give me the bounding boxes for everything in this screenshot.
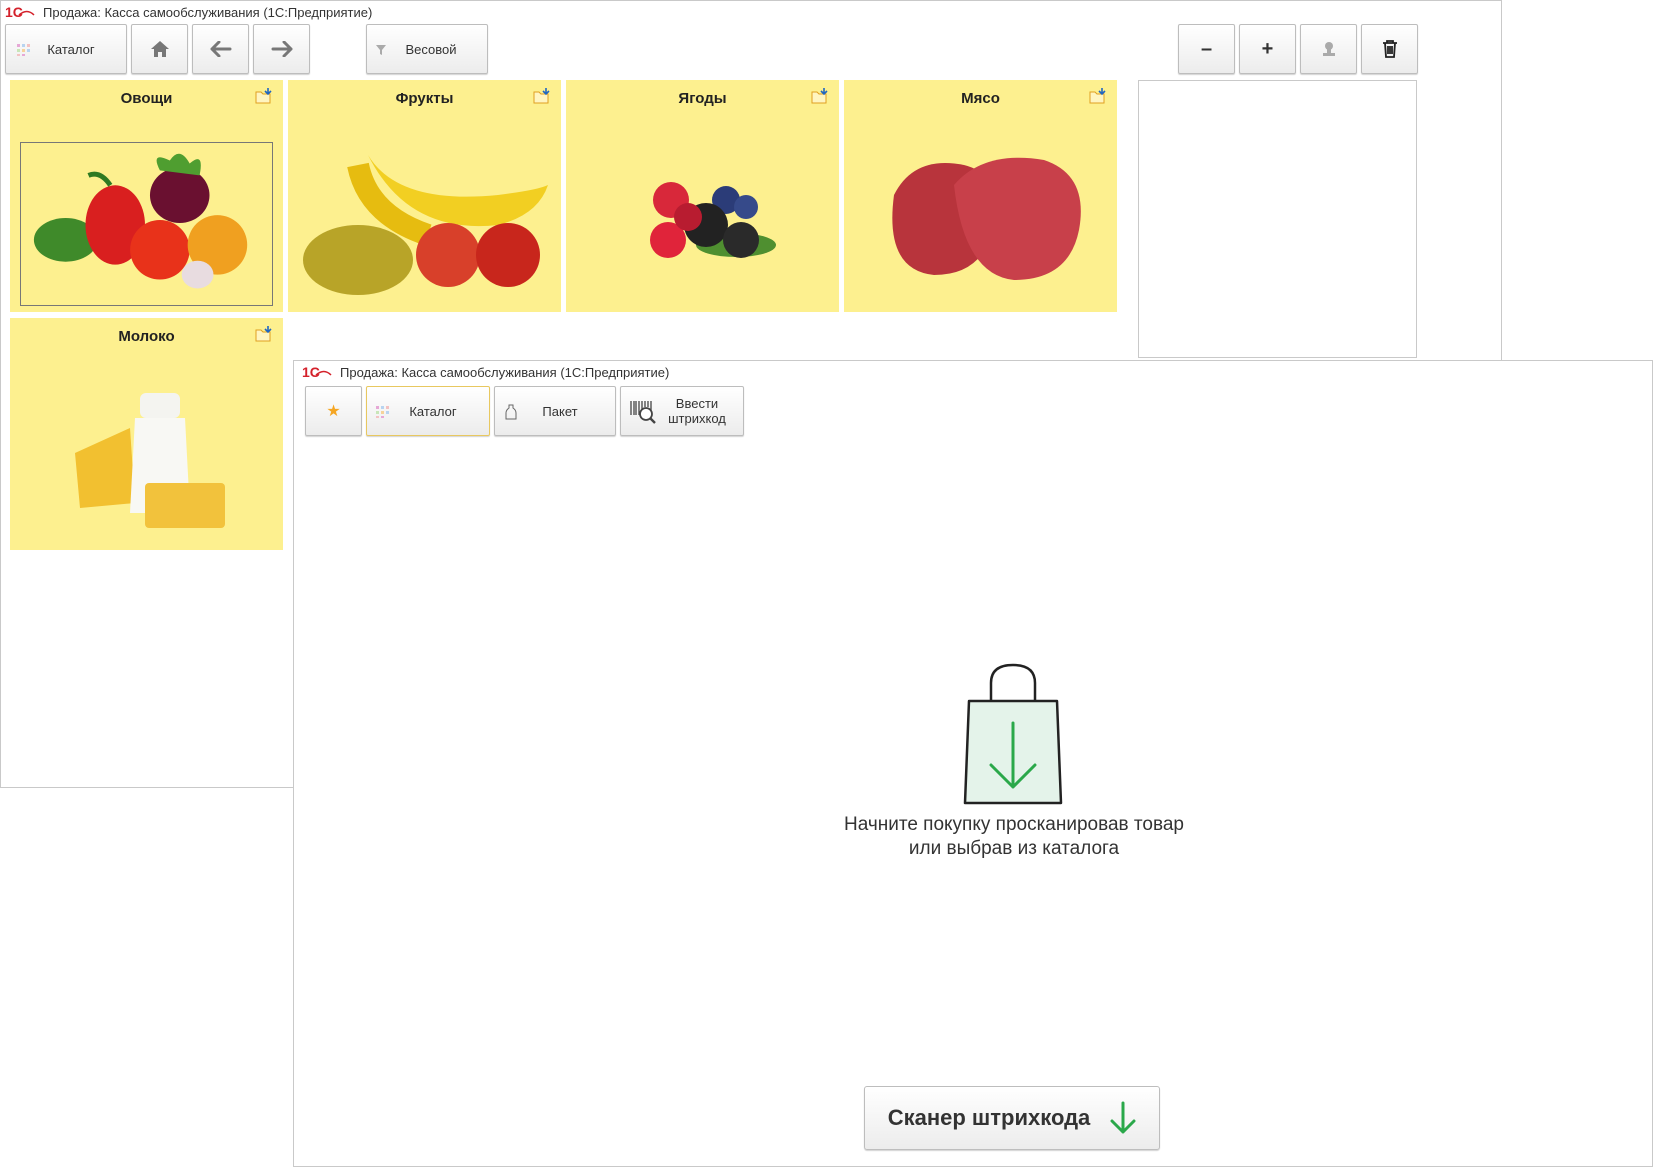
category-name: Овощи (120, 90, 173, 107)
front-window-title: Продажа: Касса самообслуживания (1С:Пред… (340, 364, 670, 380)
category-name: Фрукты (395, 90, 454, 107)
minus-icon: – (1200, 37, 1213, 60)
svg-text:1С: 1С (5, 4, 23, 20)
1c-logo-icon: 1С (302, 364, 332, 380)
category-name: Молоко (118, 328, 175, 345)
category-name: Ягоды (678, 90, 727, 107)
forward-arrow-button[interactable] (253, 24, 310, 74)
weight-filter-label: Весовой (405, 41, 457, 57)
catalog-button[interactable]: Каталог (5, 24, 127, 74)
empty-message-line2: или выбрав из каталога (908, 838, 1120, 859)
back-window-title: Продажа: Касса самообслуживания (1С:Пред… (43, 4, 373, 20)
back-arrow-button[interactable] (192, 24, 249, 74)
plus-icon: + (1261, 37, 1274, 60)
front-window-titlebar: 1С Продажа: Касса самообслуживания (1С:П… (294, 361, 1652, 383)
empty-message-line1: Начните покупку просканировав товар (843, 814, 1185, 835)
folder-download-icon (255, 88, 273, 109)
arrow-left-icon (210, 41, 231, 57)
empty-cart-message: Начните покупку просканировав товар или … (714, 813, 1314, 861)
bag-button[interactable]: Пакет (494, 386, 616, 436)
category-tile-fruits[interactable]: Фрукты (288, 80, 561, 312)
back-window-titlebar: 1С Продажа: Касса самообслуживания (1С:П… (1, 1, 1501, 23)
grid-icon (376, 406, 390, 421)
folder-download-icon (255, 326, 273, 347)
arrow-down-icon (1110, 1101, 1136, 1134)
category-name: Мясо (961, 90, 1000, 107)
delete-button[interactable] (1361, 24, 1418, 74)
stamp-button[interactable] (1300, 24, 1357, 74)
folder-download-icon (811, 88, 829, 109)
barcode-scanner-button[interactable]: Сканер штрихкода (864, 1086, 1160, 1150)
home-button[interactable] (131, 24, 188, 74)
category-tile-vegetables[interactable]: Овощи (10, 80, 283, 312)
front-catalog-button[interactable]: Каталог (366, 386, 490, 436)
folder-download-icon (1089, 88, 1107, 109)
front-window: 1С Продажа: Касса самообслуживания (1С:П… (293, 360, 1653, 1167)
filter-icon (376, 45, 386, 55)
grid-icon (17, 44, 31, 59)
barcode-search-icon (630, 401, 656, 424)
berries-image (576, 142, 829, 306)
front-catalog-label: Каталог (409, 403, 457, 419)
category-tile-berries[interactable]: Ягоды (566, 80, 839, 312)
home-icon (150, 41, 169, 57)
decrease-quantity-button[interactable]: – (1178, 24, 1235, 74)
milk-image (20, 380, 273, 544)
bottle-icon (505, 404, 517, 420)
shopping-bag-icon (963, 663, 1063, 805)
bag-label: Пакет (542, 403, 578, 419)
weight-filter-button[interactable]: Весовой (366, 24, 488, 74)
vegetables-image (20, 142, 273, 306)
barcode-scanner-label: Сканер штрихкода (887, 1105, 1091, 1130)
svg-text:1С: 1С (302, 364, 320, 380)
enter-barcode-label: Ввести штрихкод (668, 396, 726, 426)
category-tile-milk[interactable]: Молоко (10, 318, 283, 550)
arrow-right-icon (271, 41, 292, 57)
increase-quantity-button[interactable]: + (1239, 24, 1296, 74)
catalog-button-label: Каталог (47, 41, 95, 57)
star-icon: ★ (326, 403, 341, 420)
category-tile-meat[interactable]: Мясо (844, 80, 1117, 312)
folder-download-icon (533, 88, 551, 109)
1c-logo-icon: 1С (5, 4, 35, 20)
receipt-panel (1138, 80, 1417, 358)
favorites-button[interactable]: ★ (305, 386, 362, 436)
fruits-image (298, 142, 551, 306)
stamp-icon (1322, 42, 1335, 56)
trash-icon (1382, 40, 1397, 58)
meat-image (854, 142, 1107, 306)
enter-barcode-button[interactable]: Ввести штрихкод (620, 386, 744, 436)
